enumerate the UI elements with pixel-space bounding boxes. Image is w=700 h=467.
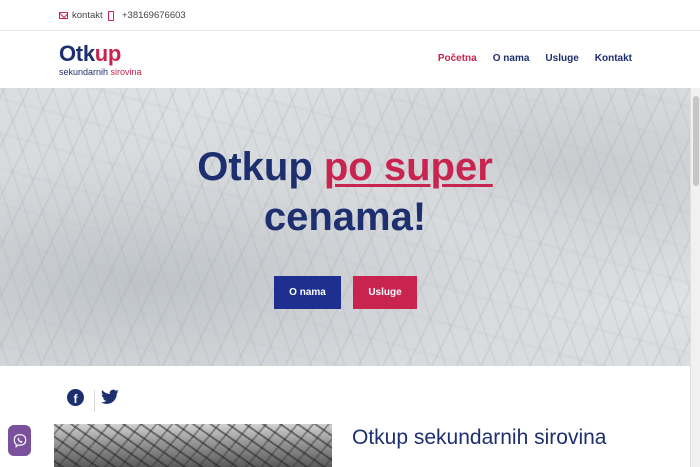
facebook-icon[interactable]: f — [67, 389, 84, 406]
logo-sub-text: sekundarnih — [59, 67, 111, 77]
logo-sub-accent: sirovina — [110, 67, 142, 77]
hero-title-accent: po super — [323, 145, 493, 189]
hero-title-part1: Otkup — [197, 145, 324, 189]
site-header: Otkup sekundarnih sirovina Početna O nam… — [0, 31, 700, 88]
envelope-icon — [59, 12, 68, 19]
email-label: kontakt — [72, 10, 103, 21]
nav-item-pocetna[interactable]: Početna — [438, 53, 477, 64]
viber-icon[interactable] — [8, 425, 31, 456]
logo-wordmark: Otkup — [59, 42, 142, 66]
page: kontakt +38169676603 Otkup sekundarnih s… — [0, 0, 700, 467]
email-link[interactable]: kontakt — [59, 10, 103, 21]
logo-main-accent: up — [94, 41, 122, 66]
social-divider — [94, 390, 95, 412]
phone-link[interactable]: +38169676603 — [108, 10, 186, 21]
hero-title: Otkup po super cenama! — [0, 142, 690, 242]
hero-title-part2: cenama! — [263, 195, 427, 239]
section-title: Otkup sekundarnih sirovina — [352, 426, 607, 449]
nav-item-o-nama[interactable]: O nama — [493, 53, 530, 64]
hero-about-button[interactable]: O nama — [274, 276, 341, 309]
twitter-icon[interactable] — [101, 389, 119, 405]
main-nav: Početna O nama Usluge Kontakt — [438, 53, 632, 64]
site-logo[interactable]: Otkup sekundarnih sirovina — [59, 42, 142, 78]
scrap-metal-image — [54, 424, 332, 467]
nav-item-usluge[interactable]: Usluge — [545, 53, 578, 64]
top-contact-bar: kontakt +38169676603 — [0, 0, 700, 31]
logo-main-text: Otk — [59, 41, 95, 66]
logo-tagline: sekundarnih sirovina — [59, 67, 142, 77]
phone-label: +38169676603 — [122, 10, 186, 21]
page-scrollbar[interactable] — [690, 88, 700, 467]
scrollbar-thumb[interactable] — [693, 96, 699, 186]
hero-banner: Otkup po super cenama! O nama Usluge — [0, 88, 690, 366]
hero-services-button[interactable]: Usluge — [353, 276, 417, 309]
nav-item-kontakt[interactable]: Kontakt — [595, 53, 632, 64]
phone-icon — [108, 10, 114, 21]
